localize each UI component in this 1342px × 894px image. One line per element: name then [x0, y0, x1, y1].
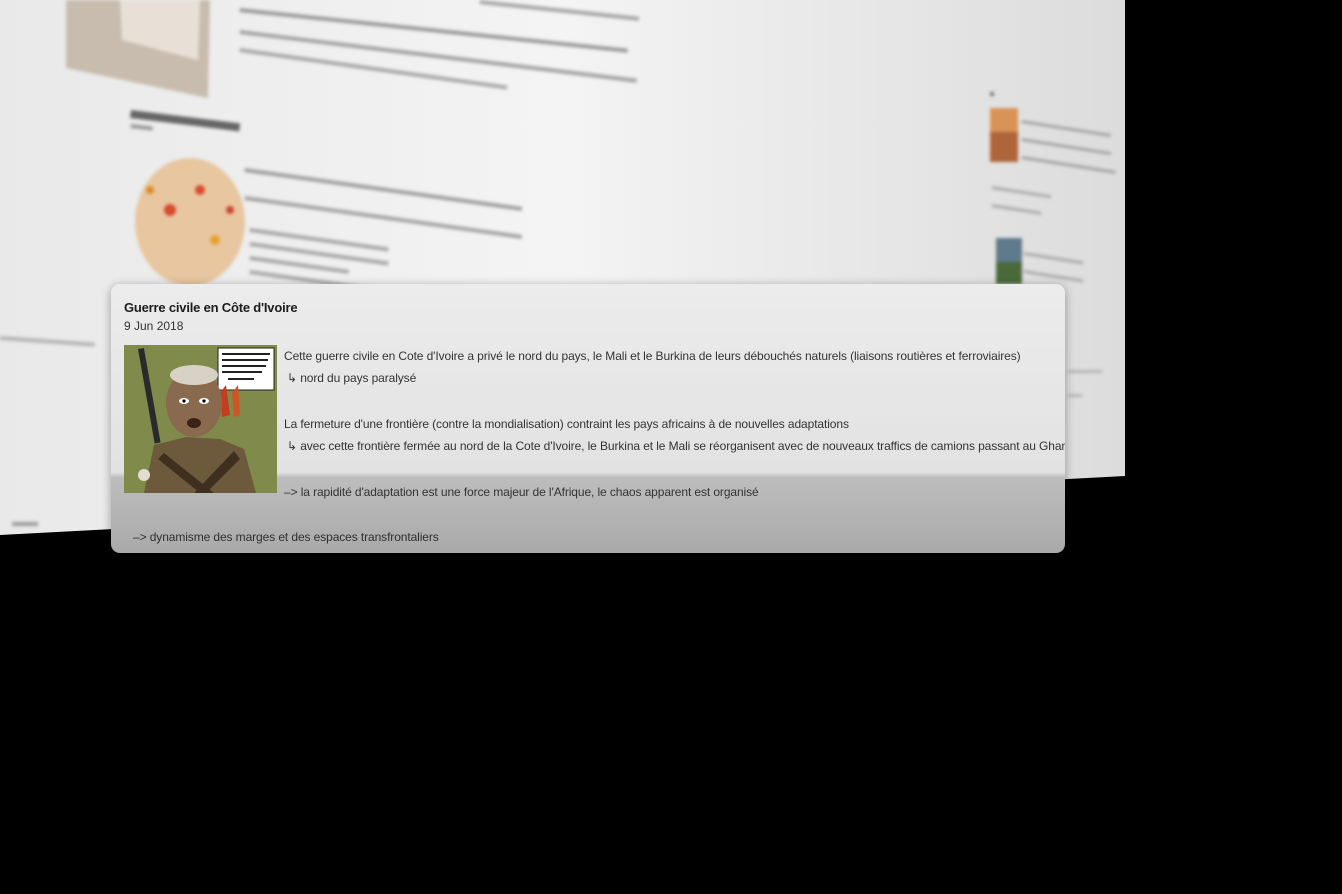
note-popup-card[interactable]: Guerre civile en Côte d'Ivoire 9 Jun 201… [111, 284, 1065, 553]
note-paragraph-1: Cette guerre civile en Cote d'Ivoire a p… [284, 349, 1021, 363]
note-subpoint-2: ↳ avec cette frontière fermée au nord de… [287, 439, 1065, 453]
note-paragraph-4: –> dynamisme des marges et des espaces t… [133, 530, 439, 544]
caricature-image[interactable] [124, 345, 277, 493]
note-paragraph-3: –> la rapidité d'adaptation est une forc… [284, 485, 759, 499]
note-paragraph-2: La fermeture d'une frontière (contre la … [284, 417, 849, 431]
note-title: Guerre civile en Côte d'Ivoire [124, 300, 298, 315]
africa-map-thumbnail [135, 158, 245, 286]
note-subpoint-1: ↳ nord du pays paralysé [287, 371, 417, 385]
caricature-drawing [124, 345, 277, 493]
note-date: 9 Jun 2018 [124, 319, 184, 333]
